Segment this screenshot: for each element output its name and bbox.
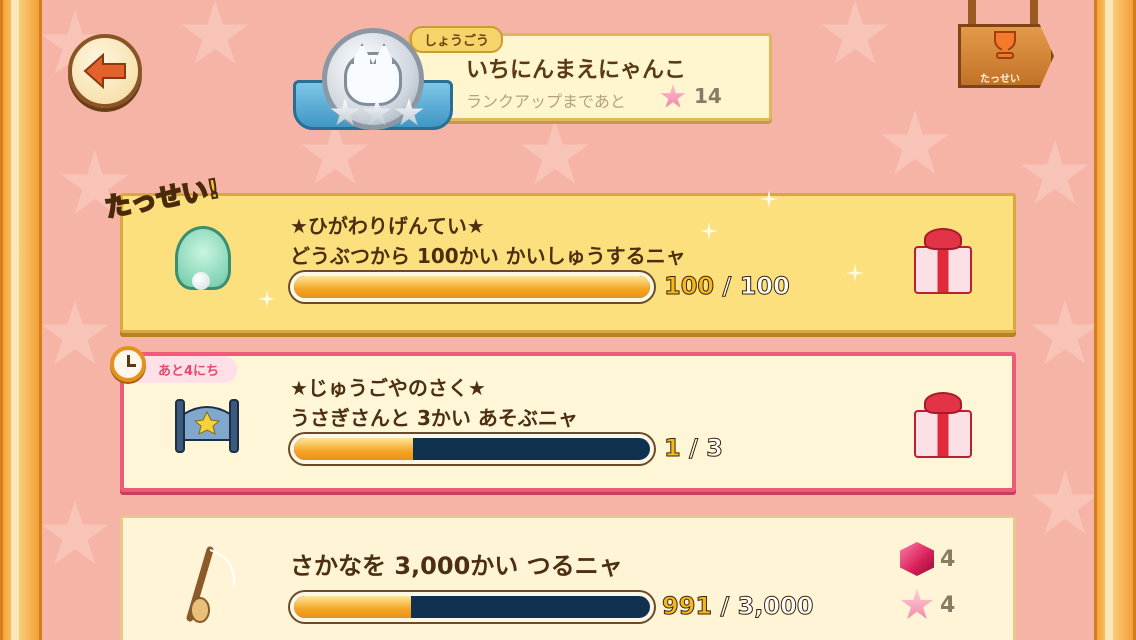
rank-up-count: 14 [694,84,722,108]
clock-icon [110,346,146,382]
title-tag: しょうごう [410,26,504,53]
progress-text: 100 / 100 [663,272,790,301]
star-icon [362,98,392,126]
progress-separator: / [722,272,732,301]
gem-icon [900,542,934,576]
mission-description: どうぶつから 100かい かいしゅうするニャ [290,244,686,268]
reward-star: 4 [900,588,955,622]
fence-icon [175,399,239,453]
pearl-icon [192,272,210,290]
left-pillar [0,0,42,640]
timer-badge: あと4にち [136,356,238,383]
progress-fill [294,596,412,618]
progress-text: 991 / 3,000 [661,592,814,621]
star-icon [330,98,360,126]
pink-star-icon [900,588,934,619]
fishing-rod-icon [186,546,236,623]
rank-up-text: ランクアップまであと [466,92,626,111]
trophy-icon [994,31,1016,59]
reward-count: 4 [940,546,956,572]
progress-max: 100 [739,272,790,301]
reward-gem: 4 [900,542,955,576]
mission-title: ★ひがわりげんてい★ [290,214,485,238]
sign-pole [968,0,976,26]
right-pillar [1094,0,1136,640]
gift-icon[interactable] [910,228,976,294]
progress-separator: / [689,434,699,463]
progress-current: 100 [663,272,715,301]
progress-text: 1 / 3 [664,434,724,463]
progress-current: 1 [664,434,682,463]
progress-fill [294,276,650,298]
reward-count: 4 [940,592,956,618]
progress-max: 3,000 [737,592,814,621]
progress-fill [294,438,413,460]
progress-bar [290,592,654,622]
progress-max: 3 [706,434,724,463]
sign-pole [1030,0,1038,26]
progress-bar [290,272,654,302]
progress-separator: / [720,592,730,621]
mission-title: さかなを 3,000かい つるニャ [290,552,623,580]
progress-current: 991 [661,592,713,621]
page-title: いちにんまえにゃんこ [466,58,687,83]
gift-icon[interactable] [910,392,976,458]
achievements-label: たっせい [980,74,1020,85]
back-arrow-icon [83,53,126,89]
mission-description: うさぎさんと 3かい あそぶニャ [290,406,578,430]
progress-bar [290,434,654,464]
medal-stars [330,98,424,128]
back-button[interactable] [68,34,142,108]
mission-title: ★じゅうごやのさく★ [290,376,486,400]
star-icon [394,98,424,126]
